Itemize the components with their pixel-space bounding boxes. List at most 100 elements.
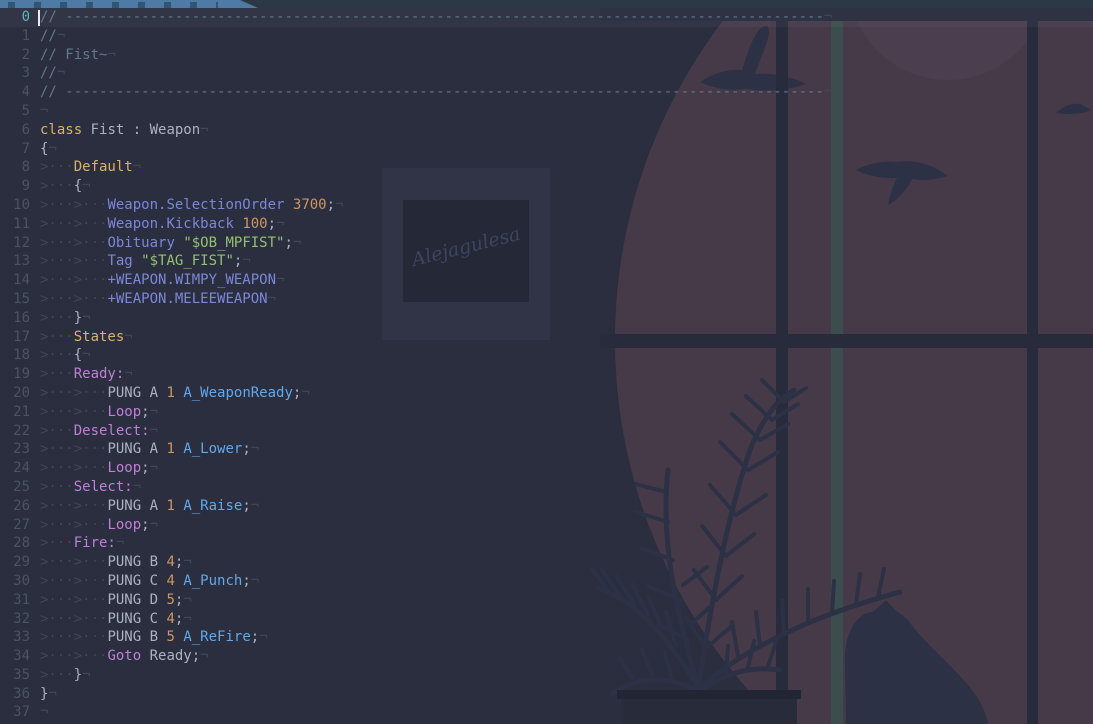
line-number: 37 — [0, 703, 30, 722]
line-number: 6 — [0, 121, 30, 140]
terminal-tab-bar — [0, 0, 1093, 8]
code-line[interactable]: 20>···>···PUNG A 1 A_WeaponReady;¬ — [0, 384, 1093, 403]
code-line[interactable]: 35 >···}¬ — [0, 666, 1093, 685]
code-text: >···>···PUNG C 4 A_Punch;¬ — [40, 572, 259, 591]
code-text: >···Select:¬ — [40, 478, 141, 497]
code-text: >···>···PUNG A 1 A_Lower;¬ — [40, 440, 259, 459]
code-text: >···{¬ — [40, 346, 91, 365]
code-line[interactable]: 14 >···>···+WEAPON.WIMPY_WEAPON¬ — [0, 271, 1093, 290]
line-number: 20 — [0, 384, 30, 403]
code-line[interactable]: 32 >···>···PUNG C 4;¬ — [0, 610, 1093, 629]
line-number: 16 — [0, 309, 30, 328]
code-line[interactable]: 10 >···>···Weapon.SelectionOrder 3700;¬ — [0, 196, 1093, 215]
code-line[interactable]: 30>···>···PUNG C 4 A_Punch;¬ — [0, 572, 1093, 591]
line-number: 24 — [0, 459, 30, 478]
code-text: >···>···Weapon.SelectionOrder 3700;¬ — [40, 196, 343, 215]
line-number: 4 — [0, 83, 30, 102]
line-number: 7 — [0, 140, 30, 159]
code-text: >···>···Loop;¬ — [40, 403, 158, 422]
code-line[interactable]: 33>···>···PUNG B 5 A_ReFire;¬ — [0, 628, 1093, 647]
line-number: 9 — [0, 177, 30, 196]
code-text: >···}¬ — [40, 666, 91, 685]
line-number: 21 — [0, 403, 30, 422]
line-number: 17 — [0, 328, 30, 347]
code-line[interactable]: 26>···>···PUNG A 1 A_Raise;¬ — [0, 497, 1093, 516]
code-text: >···>···PUNG C 4;¬ — [40, 610, 192, 629]
code-text: // -------------------------------------… — [40, 83, 832, 102]
code-text: >···>···Loop;¬ — [40, 516, 158, 535]
line-number: 10 — [0, 196, 30, 215]
code-line[interactable]: 21 >···>···Loop;¬ — [0, 403, 1093, 422]
line-number: 13 — [0, 252, 30, 271]
line-number: 11 — [0, 215, 30, 234]
code-line[interactable]: 34 >···>···Goto Ready;¬ — [0, 647, 1093, 666]
code-line[interactable]: 2 // Fist~¬ — [0, 46, 1093, 65]
code-text: ¬ — [40, 703, 48, 722]
code-line[interactable]: 1 //¬ — [0, 27, 1093, 46]
line-number: 0 — [0, 8, 30, 27]
code-area[interactable]: 0 // ------------------------------------… — [0, 8, 1093, 722]
line-number: 2 — [0, 46, 30, 65]
code-line[interactable]: 18 >···{¬ — [0, 346, 1093, 365]
code-text: >···{¬ — [40, 177, 91, 196]
code-text: >···>···+WEAPON.WIMPY_WEAPON¬ — [40, 271, 284, 290]
code-line[interactable]: 29>···>···PUNG B 4;¬ — [0, 553, 1093, 572]
code-text: >···>···PUNG D 5;¬ — [40, 591, 192, 610]
code-text: >···Deselect:¬ — [40, 422, 158, 441]
code-line[interactable]: 3//¬ — [0, 64, 1093, 83]
code-line[interactable]: 22 >···Deselect:¬ — [0, 422, 1093, 441]
code-text: // -------------------------------------… — [40, 8, 832, 27]
line-number: 12 — [0, 234, 30, 253]
code-line[interactable]: 17>···States¬ — [0, 328, 1093, 347]
line-number: 27 — [0, 516, 30, 535]
code-text: ¬ — [40, 102, 48, 121]
line-number: 15 — [0, 290, 30, 309]
code-line[interactable]: 5¬ — [0, 102, 1093, 121]
code-line[interactable]: 24 >···>···Loop;¬ — [0, 459, 1093, 478]
code-text: >···>···PUNG B 5 A_ReFire;¬ — [40, 628, 268, 647]
line-number: 14 — [0, 271, 30, 290]
line-number: 22 — [0, 422, 30, 441]
line-number: 32 — [0, 610, 30, 629]
code-line[interactable]: 36}¬ — [0, 685, 1093, 704]
code-line[interactable]: 11 >···>···Weapon.Kickback 100;¬ — [0, 215, 1093, 234]
code-line[interactable]: 37 ¬ — [0, 703, 1093, 722]
line-number: 8 — [0, 158, 30, 177]
code-line[interactable]: 13 >···>···Tag "$TAG_FIST";¬ — [0, 252, 1093, 271]
code-text: >···>···Tag "$TAG_FIST";¬ — [40, 252, 251, 271]
terminal-tab[interactable] — [0, 0, 258, 8]
code-text: // Fist~¬ — [40, 46, 116, 65]
code-line[interactable]: 4 // ------------------------------------… — [0, 83, 1093, 102]
code-line[interactable]: 16>···}¬ — [0, 309, 1093, 328]
line-number: 19 — [0, 365, 30, 384]
code-text: >···>···+WEAPON.MELEEWEAPON¬ — [40, 290, 276, 309]
line-number: 25 — [0, 478, 30, 497]
code-text: >···>···PUNG A 1 A_Raise;¬ — [40, 497, 259, 516]
code-text: >···>···Goto Ready;¬ — [40, 647, 209, 666]
code-line[interactable]: 23>···>···PUNG A 1 A_Lower;¬ — [0, 440, 1093, 459]
code-text: >···>···Loop;¬ — [40, 459, 158, 478]
code-line[interactable]: 12>···>···Obituary "$OB_MPFIST";¬ — [0, 234, 1093, 253]
code-line[interactable]: 15 >···>···+WEAPON.MELEEWEAPON¬ — [0, 290, 1093, 309]
code-text: //¬ — [40, 27, 65, 46]
line-number: 18 — [0, 346, 30, 365]
line-number: 36 — [0, 685, 30, 704]
text-cursor — [38, 10, 40, 26]
code-line[interactable]: 31 >···>···PUNG D 5;¬ — [0, 591, 1093, 610]
line-number: 35 — [0, 666, 30, 685]
line-number: 34 — [0, 647, 30, 666]
line-number: 31 — [0, 591, 30, 610]
code-line[interactable]: 27 >···>···Loop;¬ — [0, 516, 1093, 535]
code-line[interactable]: 9 >···{¬ — [0, 177, 1093, 196]
code-line[interactable]: 8>···Default¬ — [0, 158, 1093, 177]
line-number: 1 — [0, 27, 30, 46]
code-line[interactable]: 28>···Fire:¬ — [0, 534, 1093, 553]
code-text: >···>···Weapon.Kickback 100;¬ — [40, 215, 284, 234]
code-line[interactable]: 0 // ------------------------------------… — [0, 8, 1093, 27]
code-line[interactable]: 19>···Ready:¬ — [0, 365, 1093, 384]
line-number: 29 — [0, 553, 30, 572]
code-line[interactable]: 6 class Fist : Weapon¬ — [0, 121, 1093, 140]
code-line[interactable]: 7{¬ — [0, 140, 1093, 159]
code-text: class Fist : Weapon¬ — [40, 121, 209, 140]
code-line[interactable]: 25 >···Select:¬ — [0, 478, 1093, 497]
